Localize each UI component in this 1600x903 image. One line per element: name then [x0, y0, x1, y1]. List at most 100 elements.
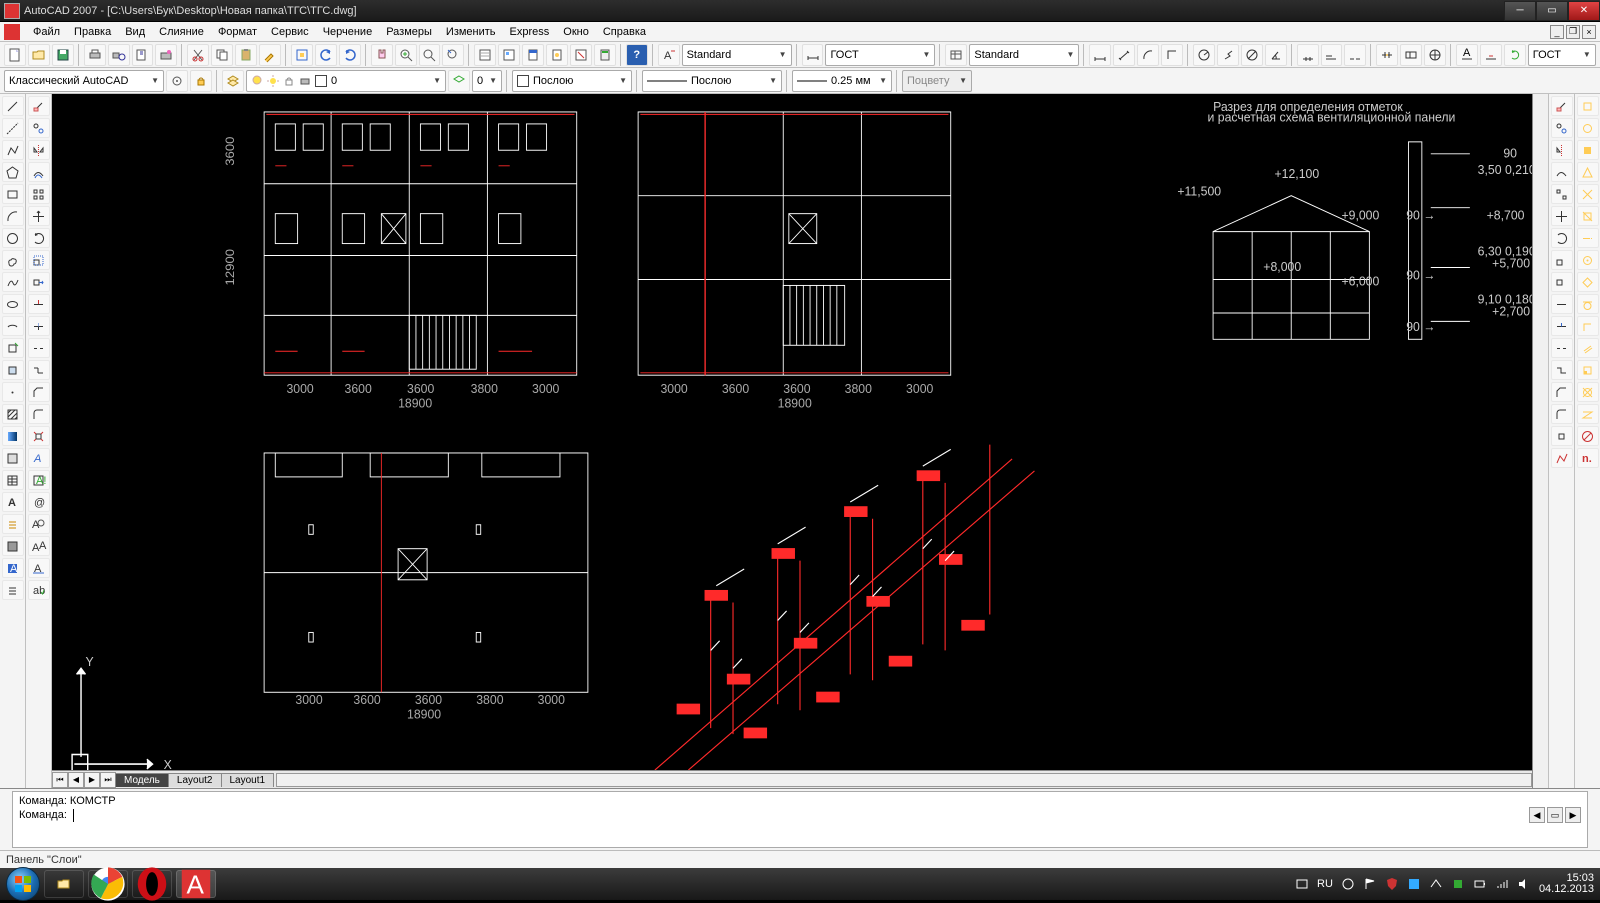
cmd-scroll-left[interactable]: ◀ [1529, 807, 1545, 823]
zoom-window-button[interactable] [419, 44, 441, 66]
spell-button[interactable]: ab [28, 580, 50, 600]
dim-ordinate-button[interactable] [1161, 44, 1183, 66]
menu-view[interactable]: Вид [118, 24, 152, 40]
tray-date[interactable]: 04.12.2013 [1539, 884, 1594, 895]
stretch-button[interactable] [28, 272, 50, 292]
text-a-button[interactable]: A [28, 448, 50, 468]
rotate-button[interactable] [28, 228, 50, 248]
chamfer-button[interactable] [28, 382, 50, 402]
tab-model[interactable]: Модель [115, 773, 169, 787]
tab-first-button[interactable]: ⏮ [52, 772, 68, 788]
dim-arc-button[interactable] [1137, 44, 1159, 66]
gradient-button[interactable] [2, 426, 24, 446]
table-button[interactable] [2, 470, 24, 490]
pline-button[interactable] [2, 140, 24, 160]
tray-app1-icon[interactable] [1407, 877, 1421, 891]
xref-button[interactable]: A! [28, 470, 50, 490]
r-erase-button[interactable] [1551, 96, 1573, 116]
erase-button[interactable] [28, 96, 50, 116]
tray-shield-icon[interactable] [1385, 877, 1399, 891]
publish-button[interactable] [132, 44, 154, 66]
canvas-scrollbar-v[interactable] [1532, 94, 1548, 788]
r-copy-button[interactable] [1551, 118, 1573, 138]
r-stretch-button[interactable] [1551, 272, 1573, 292]
snap-mid-button[interactable] [1577, 162, 1599, 182]
move-button[interactable] [28, 206, 50, 226]
text-scale-button[interactable]: AA [28, 536, 50, 556]
calc-button[interactable] [594, 44, 616, 66]
tab-layout1[interactable]: Layout1 [221, 773, 275, 787]
ellipse-arc-button[interactable] [2, 316, 24, 336]
print-preview-button[interactable] [108, 44, 130, 66]
workspace-lock-button[interactable] [190, 70, 212, 92]
cut-button[interactable] [187, 44, 209, 66]
dimstyle-select-1[interactable]: ГОСТ▼ [825, 44, 935, 66]
menu-service[interactable]: Сервис [264, 24, 316, 40]
array-button[interactable] [28, 184, 50, 204]
zoom-previous-button[interactable] [442, 44, 464, 66]
dim-quick-button[interactable] [1297, 44, 1319, 66]
dimupdate-button[interactable] [1504, 44, 1526, 66]
tab-next-button[interactable]: ▶ [84, 772, 100, 788]
snap-par-button[interactable] [1577, 338, 1599, 358]
snap-settings-button[interactable]: n. [1577, 448, 1599, 468]
start-button[interactable] [6, 867, 40, 901]
r-move-button[interactable] [1551, 206, 1573, 226]
sheetset-button[interactable] [546, 44, 568, 66]
r-offset-button[interactable] [1551, 162, 1573, 182]
print-button[interactable] [84, 44, 106, 66]
help-button[interactable]: ? [626, 44, 648, 66]
tablestyle-select[interactable]: Standard▼ [969, 44, 1079, 66]
tray-app2-icon[interactable] [1429, 877, 1443, 891]
doc-minimize-button[interactable]: _ [1550, 25, 1564, 39]
copy-button[interactable] [211, 44, 233, 66]
donut-button[interactable] [2, 580, 24, 600]
redo-button[interactable] [339, 44, 361, 66]
close-button[interactable]: ✕ [1568, 1, 1600, 21]
extend-button[interactable] [28, 316, 50, 336]
plotstyle-select[interactable]: Поцвету▼ [902, 70, 972, 92]
helix-button[interactable]: A [2, 558, 24, 578]
dim-angular-button[interactable] [1265, 44, 1287, 66]
textstyle-select[interactable]: Standard▼ [682, 44, 792, 66]
xline-button[interactable] [2, 118, 24, 138]
toolpalette-button[interactable] [522, 44, 544, 66]
layers-manager-button[interactable] [222, 70, 244, 92]
dim-jogged-button[interactable] [1217, 44, 1239, 66]
designcenter-button[interactable] [498, 44, 520, 66]
r-scale-button[interactable] [1551, 250, 1573, 270]
snap-per-button[interactable] [1577, 316, 1599, 336]
snap-appint-button[interactable] [1577, 206, 1599, 226]
rectangle-button[interactable] [2, 184, 24, 204]
markup-button[interactable] [570, 44, 592, 66]
tray-network-icon[interactable] [1341, 877, 1355, 891]
taskbar-explorer[interactable] [44, 870, 84, 898]
dim-aligned-button[interactable] [1113, 44, 1135, 66]
cmd-scroll-right[interactable]: ▶ [1565, 807, 1581, 823]
linetype-select[interactable]: Послою▼ [642, 70, 782, 92]
doc-restore-button[interactable]: ❐ [1566, 25, 1580, 39]
workspace-settings-button[interactable] [166, 70, 188, 92]
snap-non-button[interactable] [1577, 426, 1599, 446]
canvas-scrollbar-h[interactable] [276, 773, 1532, 787]
tray-lang[interactable]: RU [1317, 878, 1333, 890]
dimstyle-current-select[interactable]: ГОСТ▼ [1528, 44, 1596, 66]
r-rotate-button[interactable] [1551, 228, 1573, 248]
tab-prev-button[interactable]: ◀ [68, 772, 84, 788]
ellipse-button[interactable] [2, 294, 24, 314]
snap-qua-button[interactable] [1577, 272, 1599, 292]
workspace-select[interactable]: Классический AutoCAD▼ [4, 70, 164, 92]
dim-linear-button[interactable] [1089, 44, 1111, 66]
tray-flag-icon[interactable] [1363, 877, 1377, 891]
copy-obj-button[interactable] [28, 118, 50, 138]
snap-temp-button[interactable] [1577, 96, 1599, 116]
tray-volume-icon[interactable] [1517, 877, 1531, 891]
block-insert-button[interactable] [2, 338, 24, 358]
snap-tan-button[interactable] [1577, 294, 1599, 314]
doc-close-button[interactable]: × [1582, 25, 1596, 39]
properties-button[interactable] [474, 44, 496, 66]
layer-select[interactable]: 0 ▼ [246, 70, 446, 92]
block-editor-button[interactable] [291, 44, 313, 66]
tab-layout2[interactable]: Layout2 [168, 773, 222, 787]
paste-button[interactable] [235, 44, 257, 66]
